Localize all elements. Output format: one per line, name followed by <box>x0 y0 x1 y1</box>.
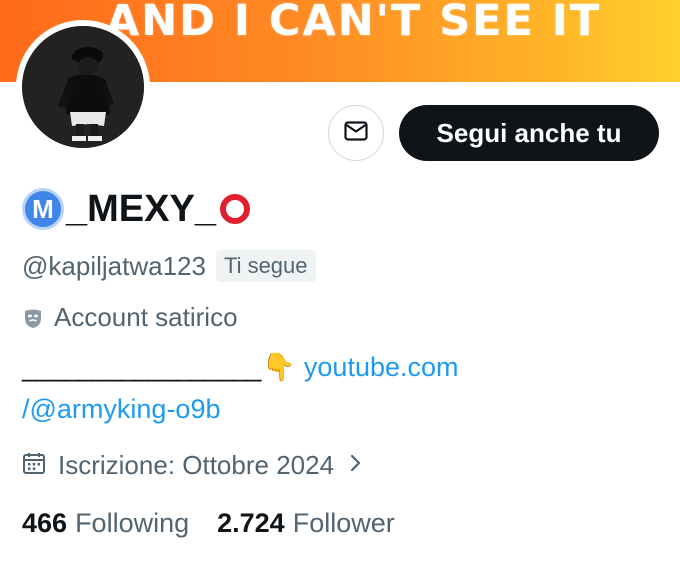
handle-row: @kapiljatwa123 Ti segue <box>22 250 316 282</box>
followers-link[interactable]: 2.724 Follower <box>217 508 395 539</box>
avatar[interactable] <box>16 20 150 154</box>
chevron-right-icon <box>350 453 362 478</box>
follows-you-badge: Ti segue <box>215 250 316 282</box>
bio-link[interactable]: youtube.com <box>304 352 459 383</box>
m-badge-icon: M <box>22 188 64 230</box>
avatar-image <box>22 26 144 148</box>
follow-button[interactable]: Segui anche tu <box>399 105 659 161</box>
parody-label: Account satirico <box>54 302 238 332</box>
envelope-icon <box>344 120 368 146</box>
bio-underscores: _________________ <box>22 351 261 382</box>
following-count: 466 <box>22 508 68 538</box>
calendar-icon <box>22 451 46 480</box>
username-handle: @kapiljatwa123 <box>22 250 206 281</box>
mask-icon <box>22 307 44 329</box>
bio-line-1: _________________ 👇 youtube.com <box>22 351 459 383</box>
pointing-hand-icon: 👇 <box>262 352 296 382</box>
red-circle-icon <box>219 194 250 224</box>
join-date-row[interactable]: Iscrizione: Ottobre 2024 <box>22 450 362 481</box>
followers-count: 2.724 <box>217 508 285 538</box>
parody-label-row[interactable]: Account satirico <box>22 302 238 333</box>
banner-text: AND I CAN'T SEE IT <box>106 0 602 46</box>
display-name-row: M _MEXY_ <box>22 186 250 232</box>
follow-stats: 466 Following 2.724 Follower <box>22 508 395 539</box>
join-date: Iscrizione: Ottobre 2024 <box>58 450 335 480</box>
following-label: Following <box>75 508 190 538</box>
following-link[interactable]: 466 Following <box>22 508 189 539</box>
bio-link-continued[interactable]: /@armyking-o9b <box>22 394 220 425</box>
followers-label: Follower <box>292 508 395 538</box>
display-name: _MEXY_ <box>66 187 216 230</box>
message-button[interactable] <box>328 105 384 161</box>
